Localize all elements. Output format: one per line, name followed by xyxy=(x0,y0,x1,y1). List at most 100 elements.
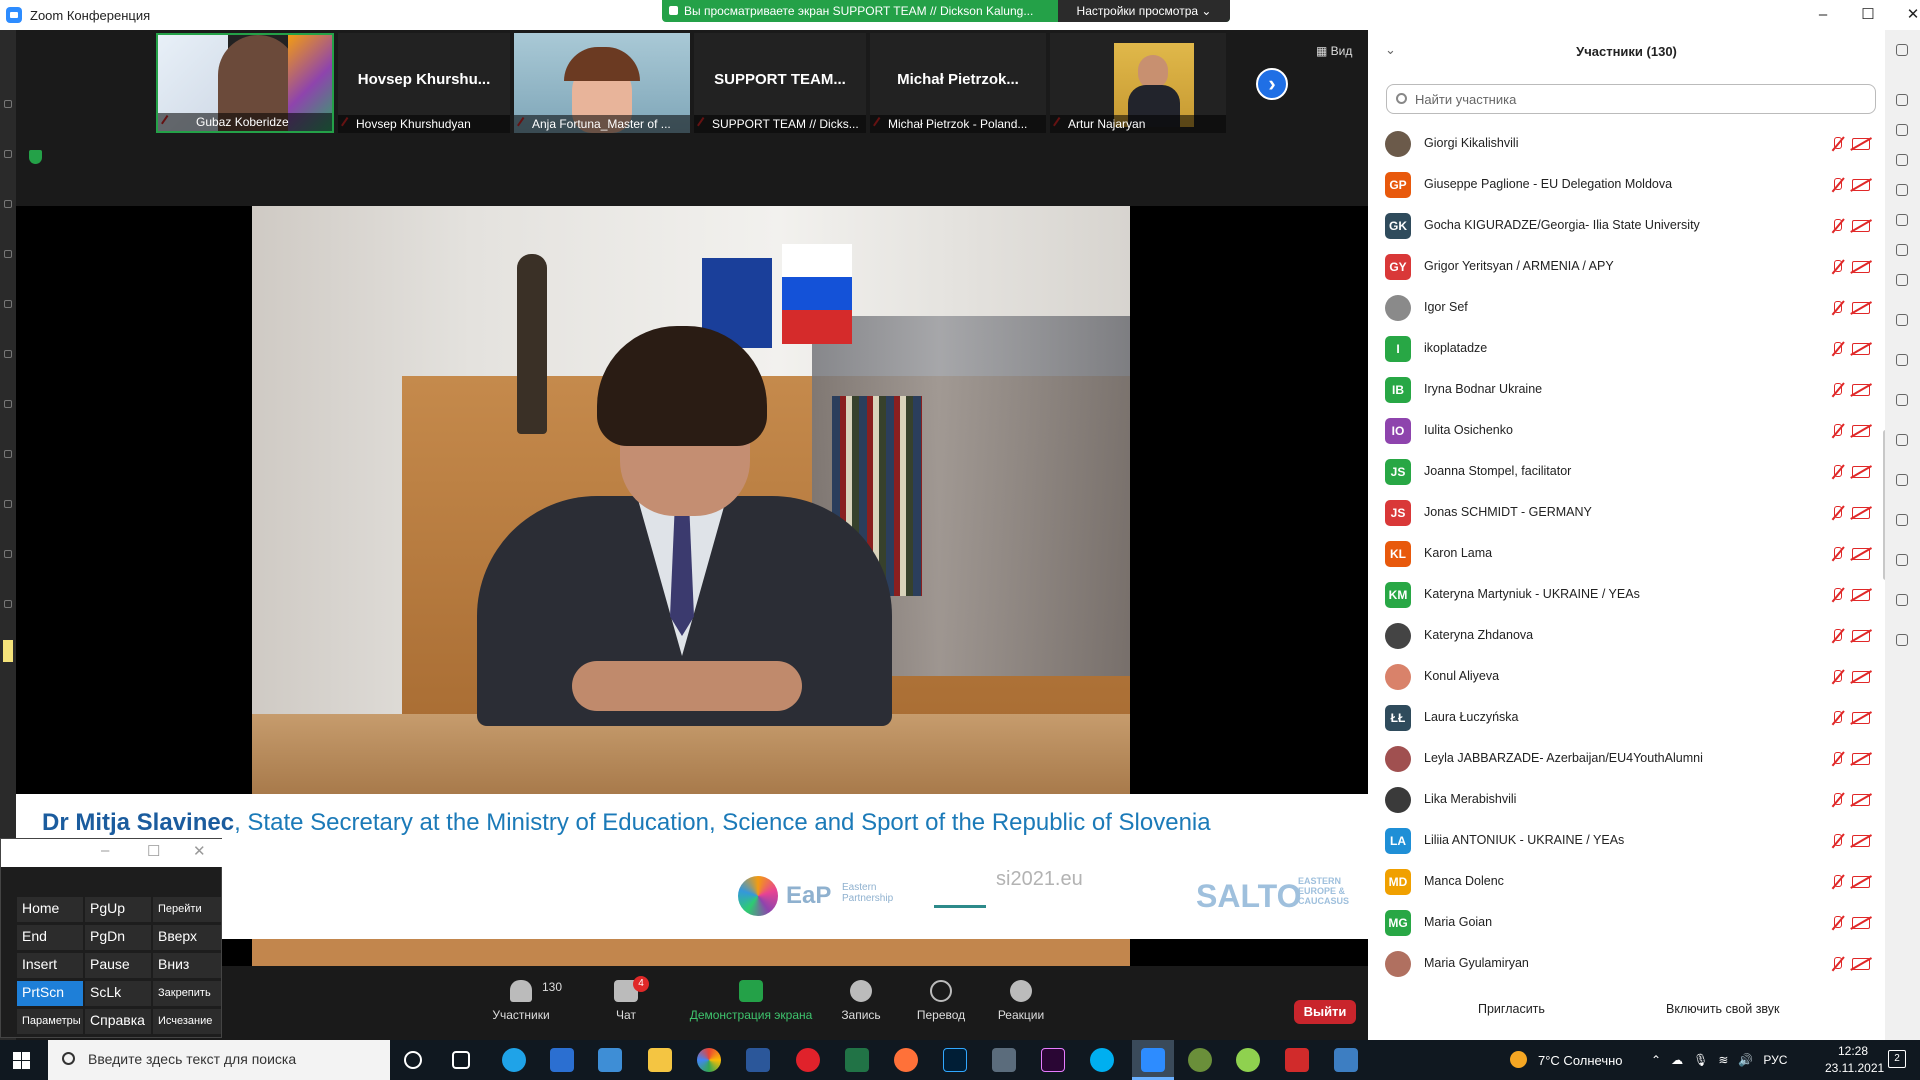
close-button[interactable]: ✕ xyxy=(1890,0,1920,30)
osk-maximize-icon[interactable]: ☐ xyxy=(147,842,160,860)
thumbnail-hovsep[interactable]: Hovsep Khurshu... Hovsep Khurshudyan xyxy=(338,33,510,133)
muted-mic-icon[interactable] xyxy=(1829,669,1845,685)
chat-button[interactable]: Чат 4 xyxy=(571,976,681,1022)
video-off-icon[interactable] xyxy=(1852,302,1870,314)
participant-row[interactable]: KL Karon Lama xyxy=(1368,534,1885,575)
key-options[interactable]: Параметры xyxy=(17,1009,83,1034)
video-off-icon[interactable] xyxy=(1852,712,1870,724)
skype-icon[interactable] xyxy=(1090,1048,1114,1072)
edge-icon[interactable] xyxy=(502,1048,526,1072)
language-indicator[interactable]: РУС xyxy=(1763,1053,1787,1067)
taskbar-search[interactable]: Введите здесь текст для поиска xyxy=(48,1040,390,1080)
participant-row[interactable]: Maria Gyulamiryan xyxy=(1368,944,1885,985)
acrobat-icon[interactable] xyxy=(1285,1048,1309,1072)
video-off-icon[interactable] xyxy=(1852,138,1870,150)
participant-row[interactable]: Igor Sef xyxy=(1368,288,1885,329)
calculator-icon[interactable] xyxy=(992,1048,1016,1072)
video-off-icon[interactable] xyxy=(1852,507,1870,519)
muted-mic-icon[interactable] xyxy=(1829,628,1845,644)
key-fade[interactable]: Исчезание xyxy=(153,1009,221,1034)
participant-row[interactable]: LA Liliia ANTONIUK - UKRAINE / YEAs xyxy=(1368,821,1885,862)
video-off-icon[interactable] xyxy=(1852,630,1870,642)
muted-mic-icon[interactable] xyxy=(1829,218,1845,234)
key-goto[interactable]: Перейти xyxy=(153,897,221,922)
key-up[interactable]: Вверх xyxy=(153,925,221,950)
task-view-icon[interactable] xyxy=(452,1051,470,1069)
thumbnail-michal[interactable]: Michał Pietrzok... Michał Pietrzok - Pol… xyxy=(870,33,1046,133)
explorer-icon[interactable] xyxy=(648,1048,672,1072)
cloud-icon[interactable]: ☁ xyxy=(1671,1053,1683,1067)
opera-icon[interactable] xyxy=(796,1048,820,1072)
muted-mic-icon[interactable] xyxy=(1829,874,1845,890)
leave-button[interactable]: Выйти xyxy=(1294,1000,1356,1024)
muted-mic-icon[interactable] xyxy=(1829,546,1845,562)
participants-button[interactable]: Участники 130 xyxy=(466,980,576,1022)
volume-icon[interactable]: 🔊 xyxy=(1738,1053,1753,1067)
key-home[interactable]: Home xyxy=(17,897,83,922)
video-off-icon[interactable] xyxy=(1852,589,1870,601)
muted-mic-icon[interactable] xyxy=(1829,423,1845,439)
video-off-icon[interactable] xyxy=(1852,958,1870,970)
muted-mic-icon[interactable] xyxy=(1829,833,1845,849)
view-options-button[interactable]: Настройки просмотра ⌄ xyxy=(1058,0,1230,22)
participant-row[interactable]: MG Maria Goian xyxy=(1368,903,1885,944)
thumbnail-support-team[interactable]: SUPPORT TEAM... SUPPORT TEAM // Dicks... xyxy=(694,33,866,133)
muted-mic-icon[interactable] xyxy=(1829,587,1845,603)
key-insert[interactable]: Insert xyxy=(17,953,83,978)
thumbnail-artur[interactable]: Artur Najaryan xyxy=(1050,33,1226,133)
excel-icon[interactable] xyxy=(845,1048,869,1072)
store-icon[interactable] xyxy=(550,1048,574,1072)
reactions-button[interactable]: Реакции xyxy=(966,980,1076,1022)
participant-row[interactable]: IO Iulita Osichenko xyxy=(1368,411,1885,452)
muted-mic-icon[interactable] xyxy=(1829,300,1845,316)
video-off-icon[interactable] xyxy=(1852,343,1870,355)
unmute-self-button[interactable]: Включить свой звук xyxy=(1666,1002,1780,1016)
video-off-icon[interactable] xyxy=(1852,261,1870,273)
cortana-icon[interactable] xyxy=(404,1051,422,1069)
muted-mic-icon[interactable] xyxy=(1829,956,1845,972)
muted-mic-icon[interactable] xyxy=(1829,464,1845,480)
thumbnail-gubaz[interactable]: Gubaz Koberidze xyxy=(156,33,334,133)
share-screen-button[interactable]: Демонстрация экрана xyxy=(681,980,821,1022)
muted-mic-icon[interactable] xyxy=(1829,751,1845,767)
weather-text[interactable]: 7°C Солнечно xyxy=(1538,1053,1623,1068)
participant-row[interactable]: Giorgi Kikalishvili xyxy=(1368,124,1885,165)
app2-icon[interactable] xyxy=(1236,1048,1260,1072)
key-pin[interactable]: Закрепить xyxy=(153,981,221,1006)
app-icon[interactable] xyxy=(1188,1048,1212,1072)
muted-mic-icon[interactable] xyxy=(1829,177,1845,193)
video-off-icon[interactable] xyxy=(1852,548,1870,560)
muted-mic-icon[interactable] xyxy=(1829,382,1845,398)
tray-chevron-icon[interactable]: ⌃ xyxy=(1651,1053,1661,1067)
premiere-icon[interactable] xyxy=(1041,1048,1065,1072)
key-pgup[interactable]: PgUp xyxy=(85,897,151,922)
participant-row[interactable]: Kateryna Zhdanova xyxy=(1368,616,1885,657)
video-off-icon[interactable] xyxy=(1852,876,1870,888)
thumbnail-anja[interactable]: Anja Fortuna_Master of ... xyxy=(514,33,690,133)
participant-row[interactable]: GK Gocha KIGURADZE/Georgia- Ilia State Un… xyxy=(1368,206,1885,247)
participant-row[interactable]: JS Joanna Stompel, facilitator xyxy=(1368,452,1885,493)
osk-minimize-icon[interactable]: – xyxy=(101,842,109,859)
notifications-icon[interactable]: 2 xyxy=(1888,1050,1906,1068)
windows-start-icon[interactable] xyxy=(13,1052,30,1069)
video-off-icon[interactable] xyxy=(1852,835,1870,847)
clock[interactable]: 12:28 23.11.2021 xyxy=(1825,1043,1884,1077)
video-off-icon[interactable] xyxy=(1852,753,1870,765)
participant-row[interactable]: MD Manca Dolenc xyxy=(1368,862,1885,903)
key-end[interactable]: End xyxy=(17,925,83,950)
photoshop-icon[interactable] xyxy=(943,1048,967,1072)
firefox-icon[interactable] xyxy=(894,1048,918,1072)
security-shield-icon[interactable] xyxy=(29,150,42,164)
participant-row[interactable]: Iikoplatadze xyxy=(1368,329,1885,370)
chrome-icon[interactable] xyxy=(697,1048,721,1072)
word-icon[interactable] xyxy=(746,1048,770,1072)
video-off-icon[interactable] xyxy=(1852,384,1870,396)
muted-mic-icon[interactable] xyxy=(1829,915,1845,931)
participant-row[interactable]: KM Kateryna Martyniuk - UKRAINE / YEAs xyxy=(1368,575,1885,616)
video-off-icon[interactable] xyxy=(1852,794,1870,806)
video-off-icon[interactable] xyxy=(1852,220,1870,232)
key-pgdn[interactable]: PgDn xyxy=(85,925,151,950)
participant-row[interactable]: ŁŁ Laura Łuczyńska xyxy=(1368,698,1885,739)
key-pause[interactable]: Pause xyxy=(85,953,151,978)
participant-row[interactable]: JS Jonas SCHMIDT - GERMANY xyxy=(1368,493,1885,534)
